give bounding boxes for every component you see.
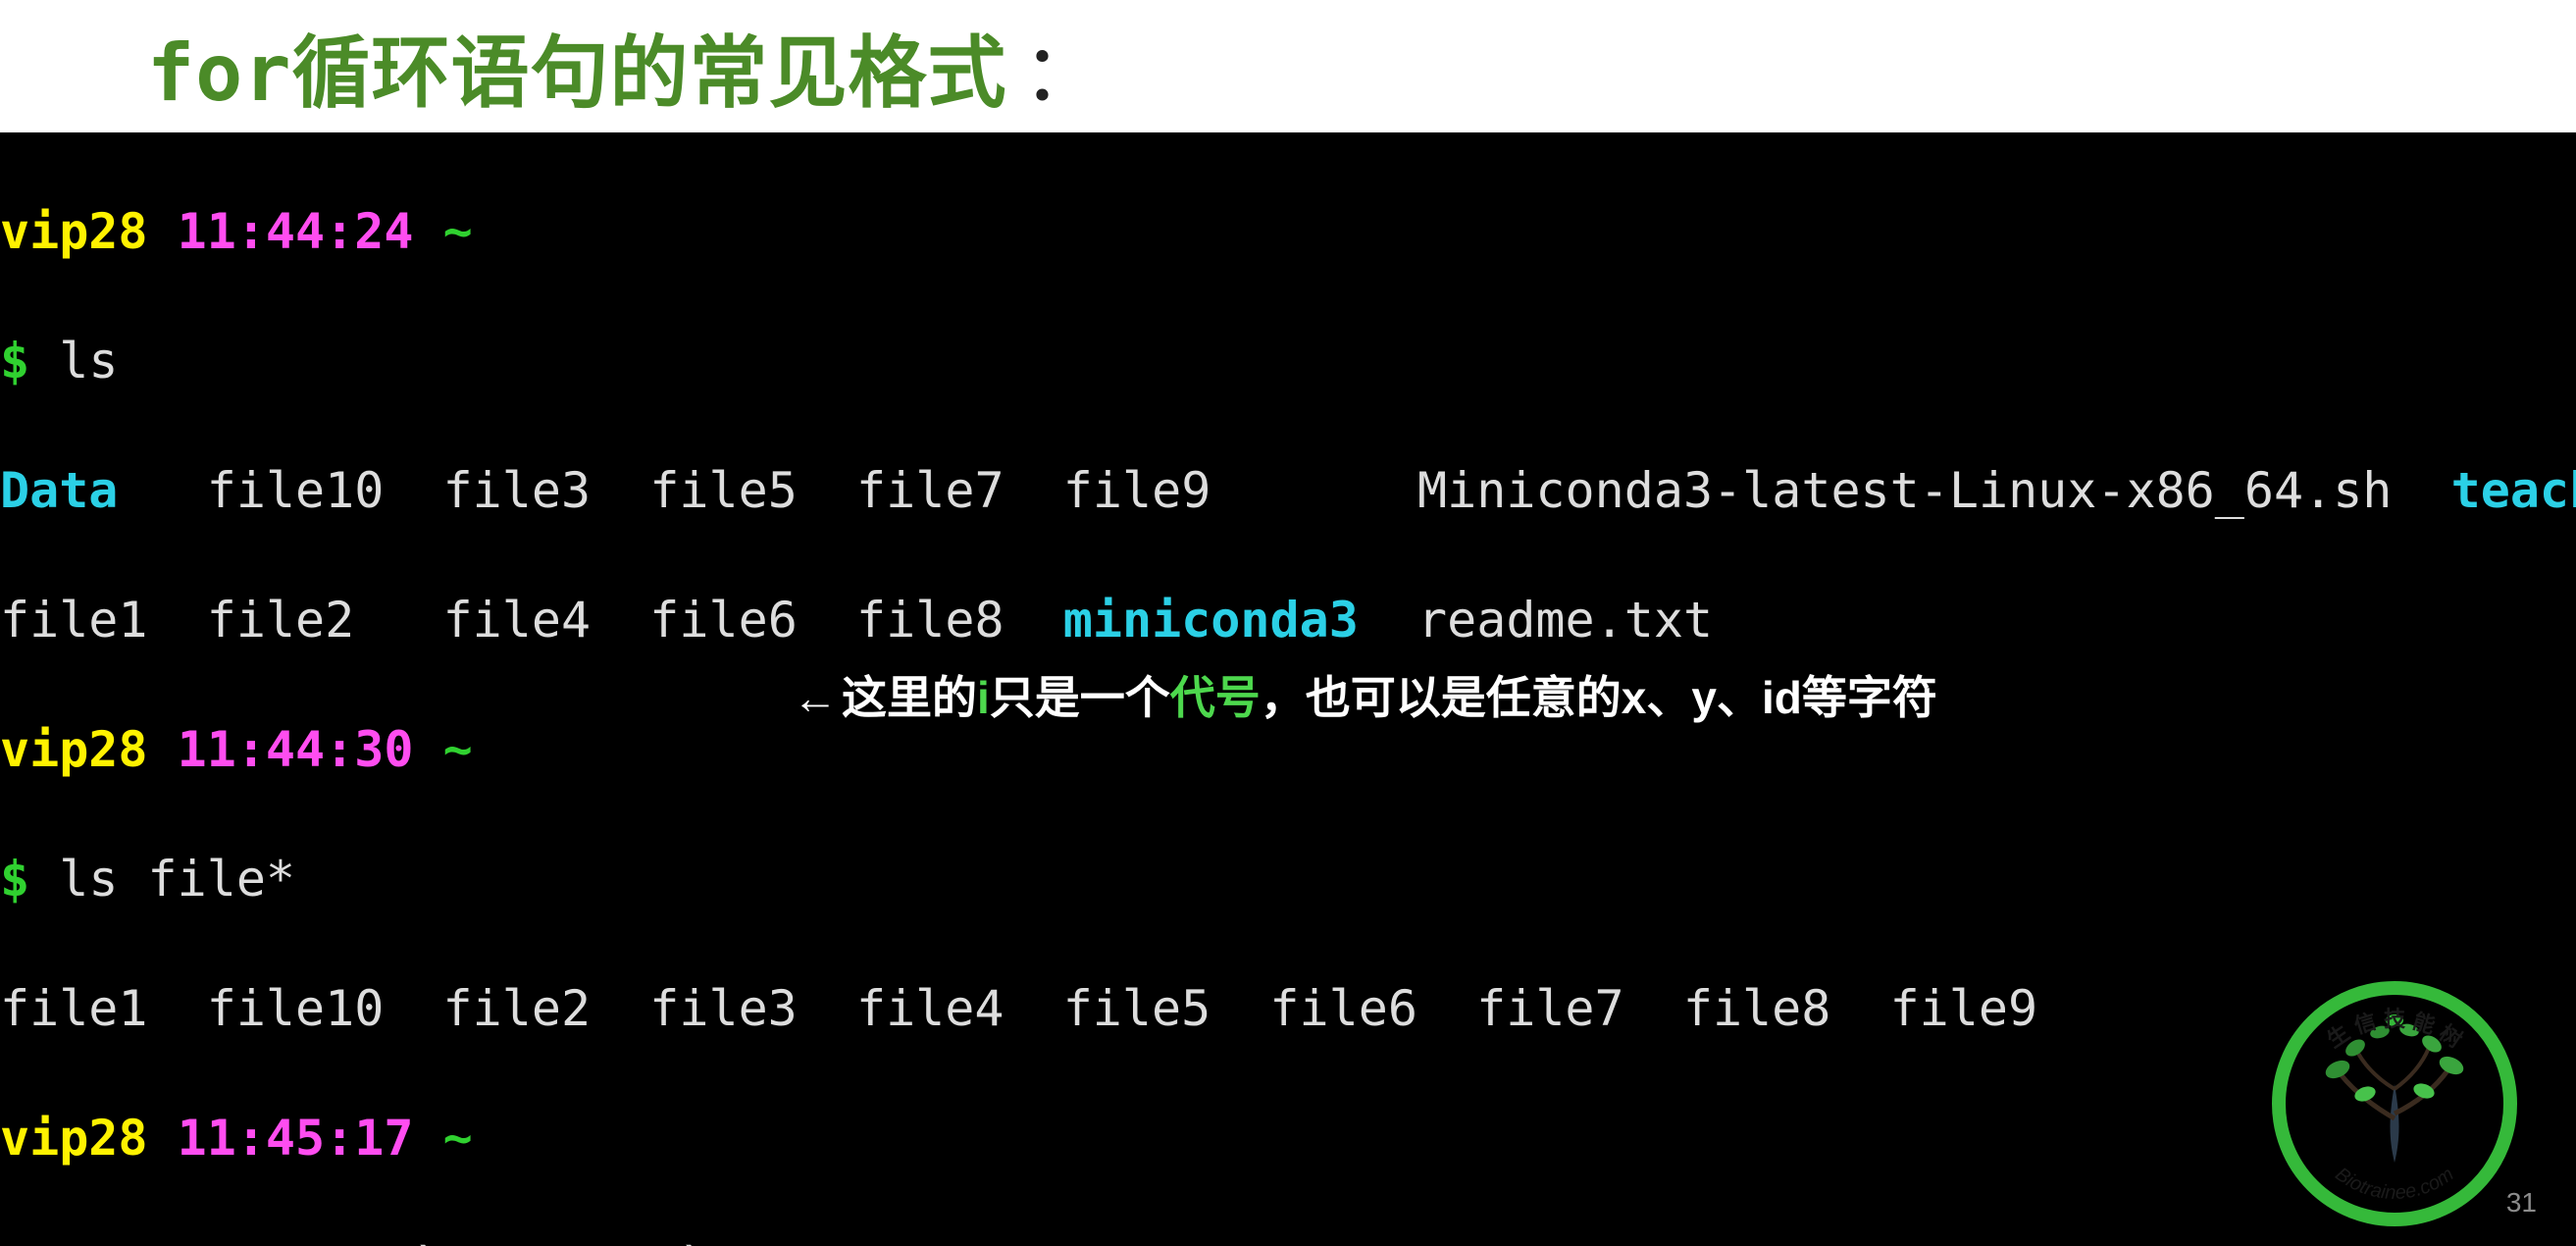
cmd-line: $ ls file* xyxy=(0,847,2576,911)
prompt-line: vip28 11:44:24 ~ xyxy=(0,199,2576,264)
prompt-line: vip28 11:45:17 ~ xyxy=(0,1106,2576,1170)
ls-output-row: file1 file10 file2 file3 file4 file5 fil… xyxy=(0,976,2576,1041)
slide-title: for循环语句的常见格式： xyxy=(147,10,1103,124)
page-number: 31 xyxy=(2506,1187,2537,1219)
biotrainee-logo-icon: 生 信 技 能 树 Biotrainee.com xyxy=(2272,981,2517,1226)
title-colon: ： xyxy=(1023,29,1103,117)
cmd-line: $ for i in `ls file*` xyxy=(0,1235,2576,1246)
ls-output-row: Data file10 file3 file5 file7 file9 Mini… xyxy=(0,458,2576,523)
title-prefix: for xyxy=(147,27,292,119)
arrow-left-icon: ← xyxy=(793,672,838,723)
annotation-callout: ←这里的i只是一个代号，也可以是任意的x、y、id等字符 xyxy=(793,662,1937,727)
svg-text:Biotrainee.com: Biotrainee.com xyxy=(2331,1164,2457,1204)
slide-root: for循环语句的常见格式： vip28 11:44:24 ~ $ ls Data… xyxy=(0,0,2576,1246)
title-rest: 循环语句的常见格式 xyxy=(292,29,1007,117)
svg-text:生 信 技 能 树: 生 信 技 能 树 xyxy=(2323,1007,2467,1053)
cmd-line: $ ls xyxy=(0,329,2576,393)
ls-output-row: file1 file2 file4 file6 file8 miniconda3… xyxy=(0,588,2576,652)
